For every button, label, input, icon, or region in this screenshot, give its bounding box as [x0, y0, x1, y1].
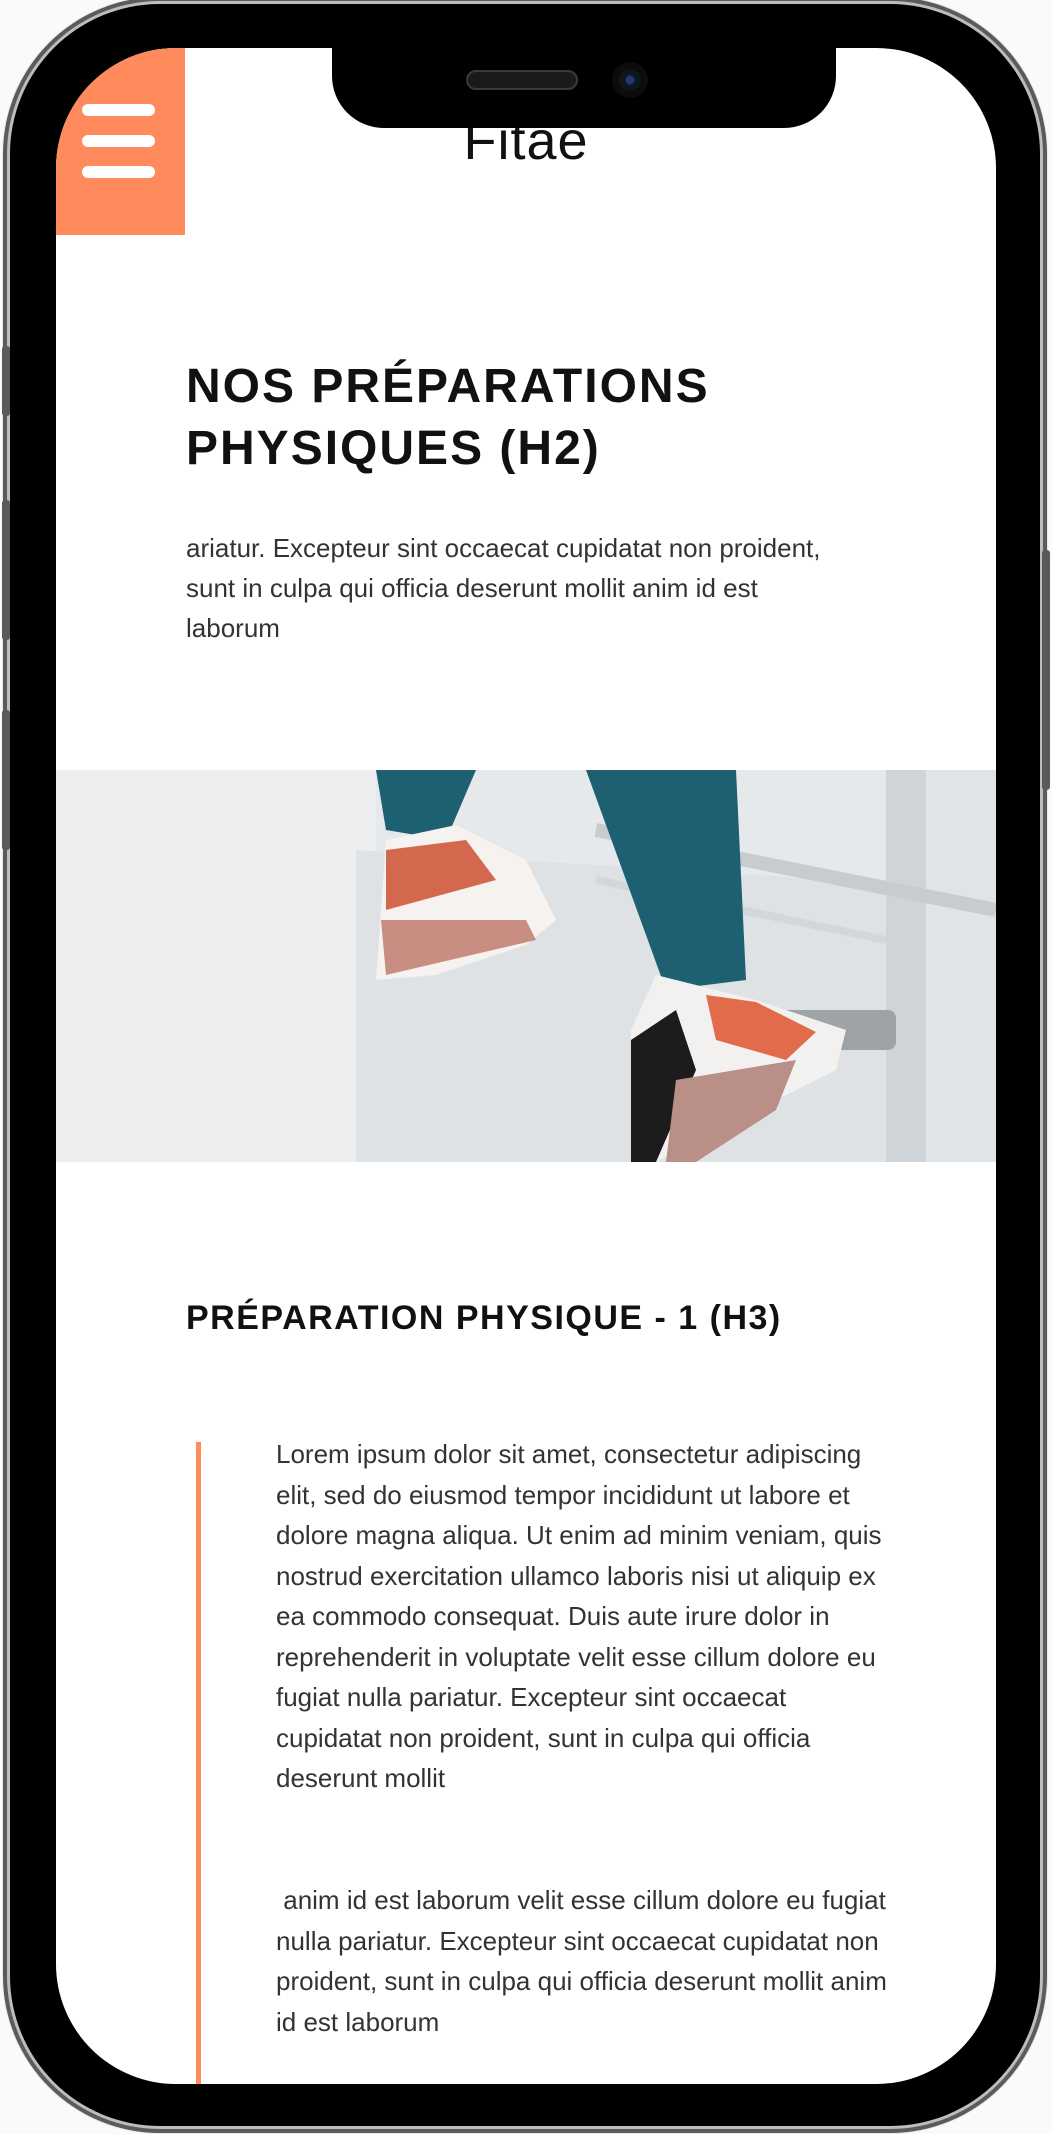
front-camera	[612, 62, 648, 98]
hero-image	[56, 770, 996, 1162]
mute-switch	[2, 346, 10, 416]
volume-up-button	[2, 500, 10, 640]
speaker-grille	[466, 70, 578, 90]
phone-screen: Fitae NOS PRÉPARATIONS PHYSIQUES (H2) ar…	[56, 48, 996, 2084]
subsection-title: PRÉPARATION PHYSIQUE - 1 (H3)	[186, 1299, 782, 1337]
subsection-paragraph-2: anim id est laborum velit esse cillum do…	[276, 1885, 895, 2037]
notch	[332, 48, 836, 128]
subsection-paragraph-1: Lorem ipsum dolor sit amet, consectetur …	[276, 1439, 882, 1793]
running-shoes-illustration	[56, 770, 996, 1162]
power-button	[1042, 550, 1050, 790]
section-intro: ariatur. Excepteur sint occaecat cupidat…	[186, 533, 821, 643]
volume-down-button	[2, 710, 10, 850]
section-title: NOS PRÉPARATIONS PHYSIQUES (H2)	[186, 360, 710, 475]
device-mockup: Fitae NOS PRÉPARATIONS PHYSIQUES (H2) ar…	[0, 0, 1052, 2134]
quote-accent-bar	[196, 1442, 201, 2084]
